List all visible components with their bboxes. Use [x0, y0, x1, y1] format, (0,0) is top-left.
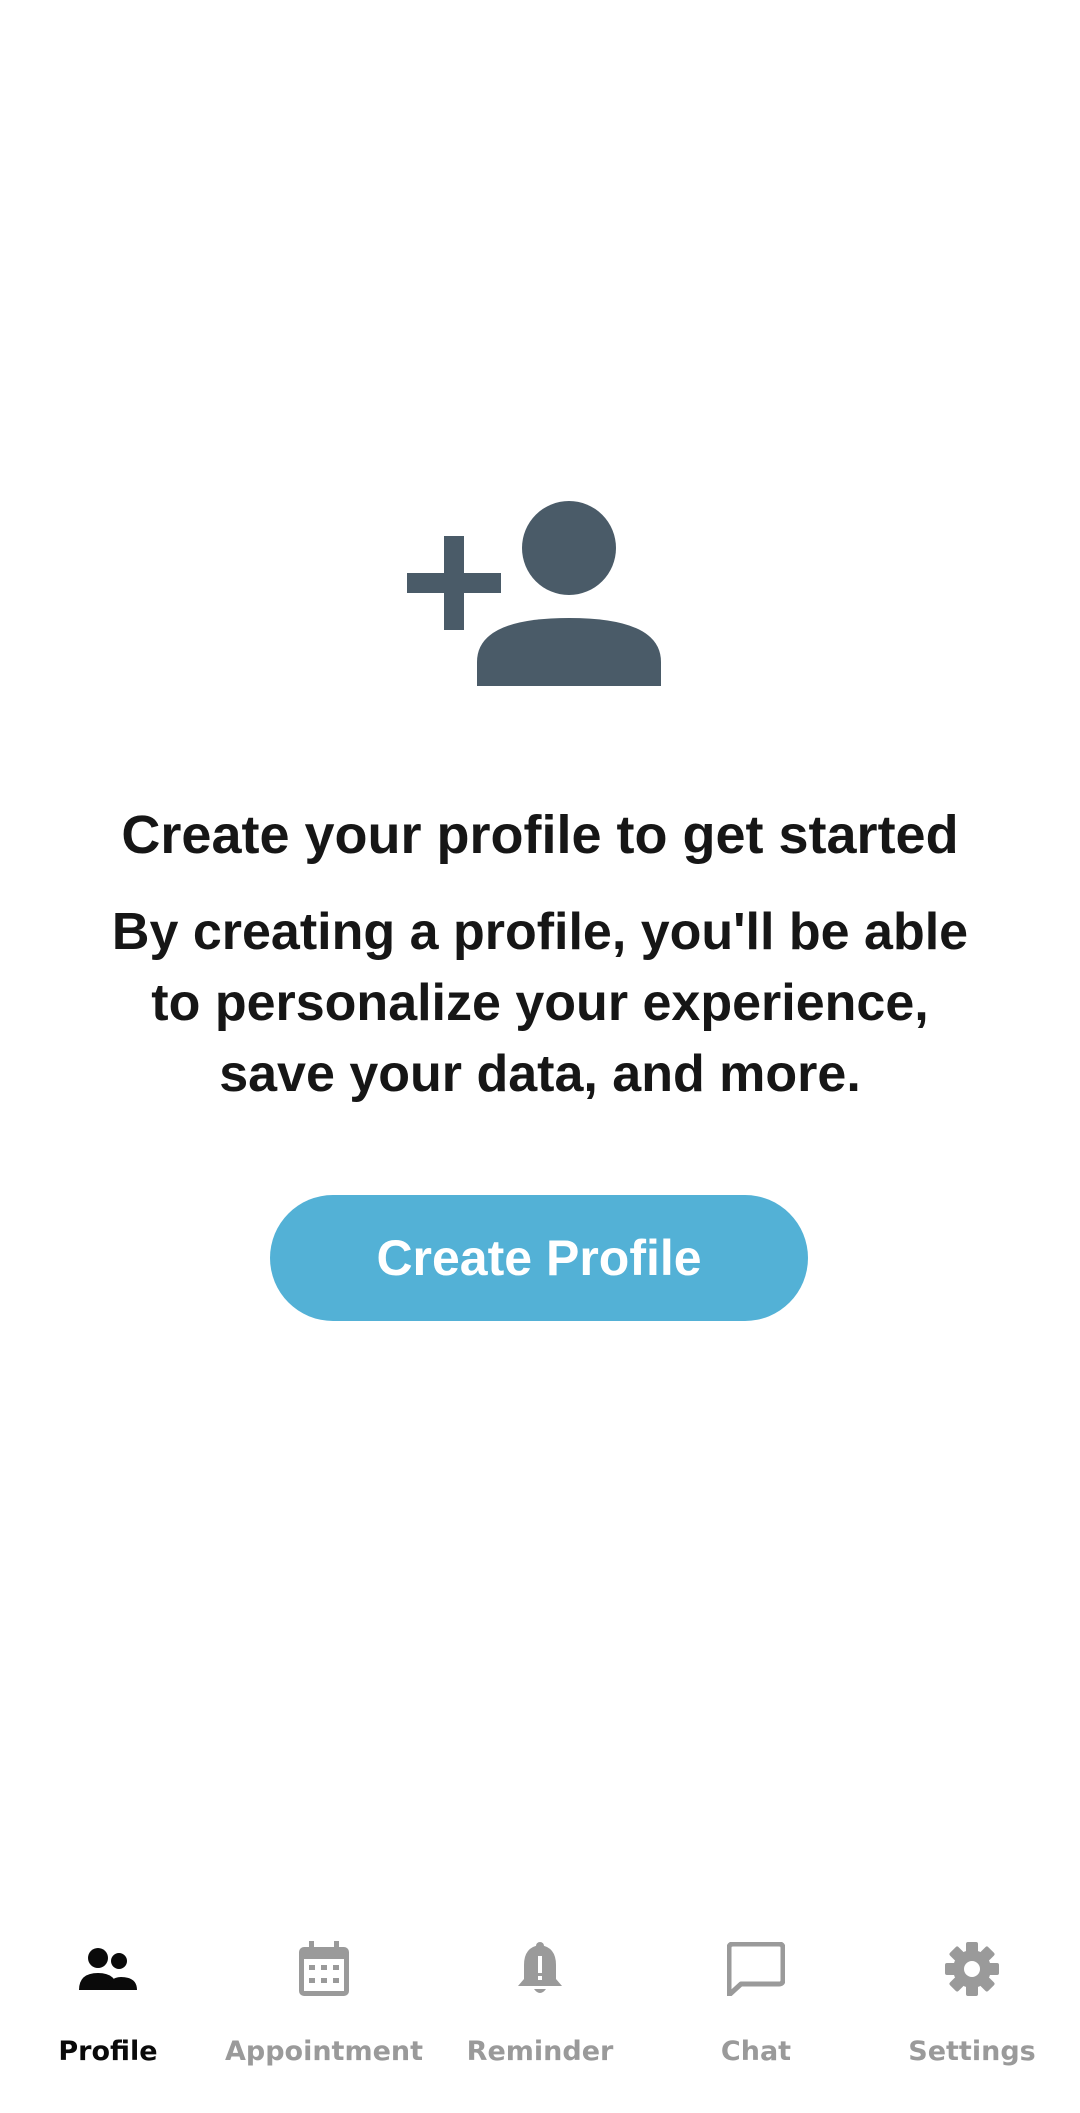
nav-item-settings[interactable]: Settings [864, 1905, 1080, 2113]
chat-icon [723, 1936, 789, 2002]
bottom-navigation: Profile Appointment Reminder Chat Settin… [0, 1905, 1080, 2113]
nav-item-profile[interactable]: Profile [0, 1905, 216, 2113]
nav-label: Profile [58, 2036, 158, 2067]
page-title: Create your profile to get started [121, 805, 959, 865]
person-add-icon [407, 501, 661, 686]
nav-label: Chat [720, 2036, 792, 2067]
description-text: By creating a profile, you'll be able to… [111, 903, 969, 1103]
nav-item-reminder[interactable]: Reminder [432, 1905, 648, 2113]
nav-label: Settings [908, 2036, 1036, 2067]
calendar-icon [291, 1936, 357, 2002]
gear-icon [939, 1936, 1005, 2002]
bell-alert-icon [507, 1936, 573, 2002]
nav-label: Reminder [466, 2036, 614, 2067]
create-profile-button[interactable]: Create Profile [270, 1195, 808, 1321]
nav-label: Appointment [224, 2036, 424, 2067]
profile-screen: Create your profile to get started By cr… [0, 0, 1080, 2113]
nav-item-appointment[interactable]: Appointment [216, 1905, 432, 2113]
nav-item-chat[interactable]: Chat [648, 1905, 864, 2113]
create-profile-button-label: Create Profile [376, 1230, 702, 1286]
people-icon [75, 1936, 141, 2002]
